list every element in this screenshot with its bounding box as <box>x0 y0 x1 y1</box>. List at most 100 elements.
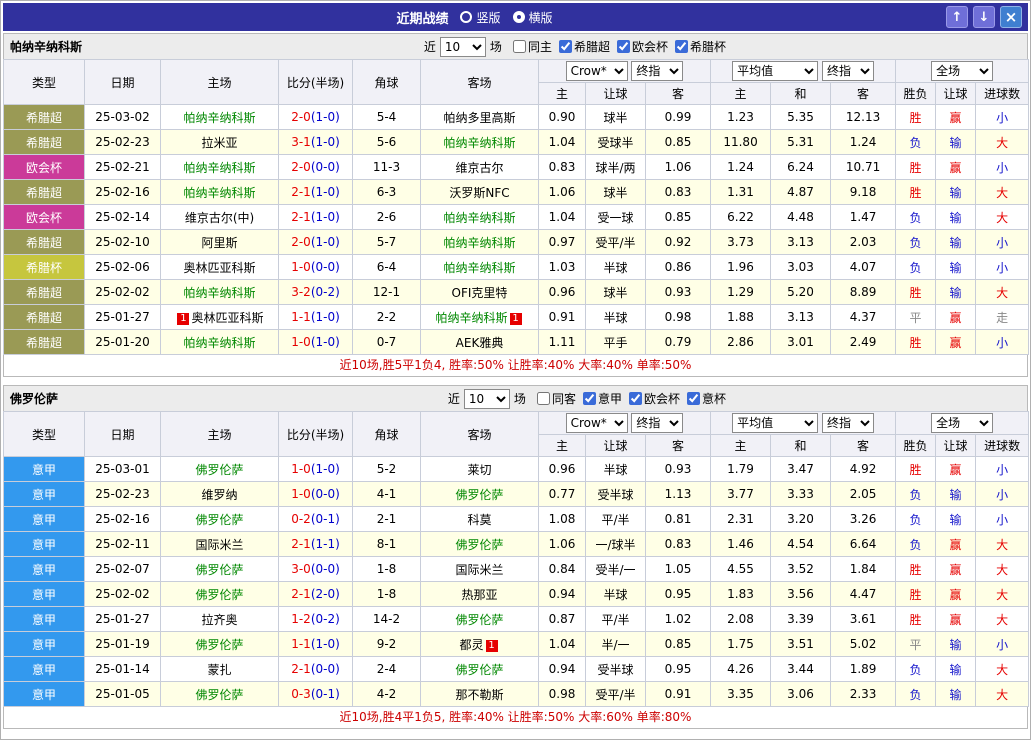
match-row: 意甲25-02-16佛罗伦萨0-2(0-1)2-1科莫1.08平/半0.812.… <box>4 507 1029 532</box>
team-link[interactable]: 阿里斯 <box>201 236 237 250</box>
result-handicap: 输 <box>936 482 976 507</box>
scope-select[interactable]: 全场 <box>931 413 993 433</box>
match-score: 1-2(0-2) <box>279 607 353 632</box>
team-link[interactable]: 佛罗伦萨 <box>195 638 243 652</box>
filter-checkbox[interactable]: 希腊杯 <box>675 38 726 55</box>
odds-value: 4.55 <box>711 557 771 582</box>
euro-odds-time-select[interactable]: 终指 <box>822 413 874 433</box>
checkbox-input[interactable] <box>513 40 526 53</box>
team-link[interactable]: 帕纳多里高斯 <box>443 111 515 125</box>
team-link[interactable]: 佛罗伦萨 <box>195 563 243 577</box>
matches-label: 场 <box>490 38 502 55</box>
team-link[interactable]: 帕纳辛纳科斯 <box>183 161 255 175</box>
match-score: 1-1(1-0) <box>279 632 353 657</box>
team-link[interactable]: 奥林匹亚科斯 <box>191 311 263 325</box>
col-header-score: 比分(半场) <box>279 412 353 457</box>
handicap-time-select[interactable]: 终指 <box>631 413 683 433</box>
odds-value: 平/半 <box>586 507 646 532</box>
team-link[interactable]: 帕纳辛纳科斯 <box>435 311 507 325</box>
team-link[interactable]: 科莫 <box>467 513 491 527</box>
team-link[interactable]: 帕纳辛纳科斯 <box>183 286 255 300</box>
handicap-company-select[interactable]: Crow* <box>566 413 628 433</box>
team-link[interactable]: AEK雅典 <box>456 336 504 350</box>
scroll-down-button[interactable]: ↓ <box>973 6 995 28</box>
recent-count-select[interactable]: 10 <box>464 389 510 409</box>
odds-value: 1.75 <box>711 632 771 657</box>
team-link[interactable]: 佛罗伦萨 <box>455 488 503 502</box>
filter-checkbox[interactable]: 欧会杯 <box>629 390 680 407</box>
checkbox-input[interactable] <box>583 392 596 405</box>
checkbox-input[interactable] <box>675 40 688 53</box>
team-link[interactable]: 维罗纳 <box>201 488 237 502</box>
handicap-company-select[interactable]: Crow* <box>566 61 628 81</box>
halftime-score: (0-0) <box>311 562 340 576</box>
team-link[interactable]: 佛罗伦萨 <box>455 613 503 627</box>
team-link[interactable]: 帕纳辛纳科斯 <box>183 336 255 350</box>
team-link[interactable]: 奥林匹亚科斯 <box>183 261 255 275</box>
team-link[interactable]: 国际米兰 <box>195 538 243 552</box>
team-link[interactable]: 都灵 <box>459 638 483 652</box>
checkbox-input[interactable] <box>617 40 630 53</box>
team-link[interactable]: 帕纳辛纳科斯 <box>443 261 515 275</box>
team-link[interactable]: 沃罗斯NFC <box>449 186 509 200</box>
match-score: 1-1(1-0) <box>279 305 353 330</box>
team-link[interactable]: 佛罗伦萨 <box>455 538 503 552</box>
match-score: 2-0(1-0) <box>279 105 353 130</box>
team-link[interactable]: 维京古尔(中) <box>185 211 254 225</box>
scroll-up-button[interactable]: ↑ <box>946 6 968 28</box>
recent-count-select[interactable]: 10 <box>440 37 486 57</box>
odds-value: 0.77 <box>539 482 586 507</box>
team-link[interactable]: 那不勒斯 <box>455 688 503 702</box>
league-badge: 希腊超 <box>4 230 85 255</box>
team-link[interactable]: OFI克里特 <box>452 286 508 300</box>
team-link[interactable]: 热那亚 <box>461 588 497 602</box>
filter-checkbox[interactable]: 意杯 <box>687 390 726 407</box>
match-score: 2-0(0-0) <box>279 155 353 180</box>
odds-value: 1.04 <box>539 205 586 230</box>
checkbox-input[interactable] <box>687 392 700 405</box>
checkbox-input[interactable] <box>537 392 550 405</box>
result-goals: 小 <box>976 155 1029 180</box>
checkbox-input[interactable] <box>559 40 572 53</box>
result-winlose: 负 <box>896 532 936 557</box>
checkbox-input[interactable] <box>629 392 642 405</box>
team-link[interactable]: 莱切 <box>467 463 491 477</box>
scope-select[interactable]: 全场 <box>931 61 993 81</box>
match-score: 1-0(1-0) <box>279 457 353 482</box>
euro-odds-company-select[interactable]: 平均值 <box>732 61 818 81</box>
filter-checkbox[interactable]: 欧会杯 <box>617 38 668 55</box>
team-header-bar: 帕纳辛纳科斯 近 10 场 同主希腊超欧会杯希腊杯 <box>3 33 1028 59</box>
handicap-time-select[interactable]: 终指 <box>631 61 683 81</box>
odds-value: 6.22 <box>711 205 771 230</box>
team-link[interactable]: 佛罗伦萨 <box>195 588 243 602</box>
team-link[interactable]: 蒙扎 <box>207 663 231 677</box>
halftime-score: (0-0) <box>311 487 340 501</box>
filter-checkbox[interactable]: 同客 <box>537 390 576 407</box>
team-link[interactable]: 佛罗伦萨 <box>455 663 503 677</box>
filter-checkbox[interactable]: 意甲 <box>583 390 622 407</box>
filter-checkbox[interactable]: 希腊超 <box>559 38 610 55</box>
result-scope-group-header: 全场 <box>896 60 1029 83</box>
column-header: 客 <box>646 83 711 105</box>
odds-value: 0.91 <box>539 305 586 330</box>
team-link[interactable]: 帕纳辛纳科斯 <box>443 211 515 225</box>
team-link[interactable]: 佛罗伦萨 <box>195 513 243 527</box>
team-link[interactable]: 佛罗伦萨 <box>195 463 243 477</box>
team-link[interactable]: 拉米亚 <box>201 136 237 150</box>
result-goals: 小 <box>976 507 1029 532</box>
team-link[interactable]: 国际米兰 <box>455 563 503 577</box>
result-handicap: 输 <box>936 180 976 205</box>
euro-odds-time-select[interactable]: 终指 <box>822 61 874 81</box>
team-link[interactable]: 帕纳辛纳科斯 <box>443 236 515 250</box>
team-link[interactable]: 佛罗伦萨 <box>195 688 243 702</box>
filter-checkbox[interactable]: 同主 <box>513 38 552 55</box>
euro-odds-company-select[interactable]: 平均值 <box>732 413 818 433</box>
close-button[interactable]: × <box>1000 6 1022 28</box>
team-link[interactable]: 维京古尔 <box>455 161 503 175</box>
view-option-vertical[interactable]: 竖版 <box>460 9 500 26</box>
team-link[interactable]: 帕纳辛纳科斯 <box>443 136 515 150</box>
team-link[interactable]: 帕纳辛纳科斯 <box>183 111 255 125</box>
view-option-horizontal[interactable]: 横版 <box>513 9 553 26</box>
team-link[interactable]: 拉齐奥 <box>201 613 237 627</box>
team-link[interactable]: 帕纳辛纳科斯 <box>183 186 255 200</box>
